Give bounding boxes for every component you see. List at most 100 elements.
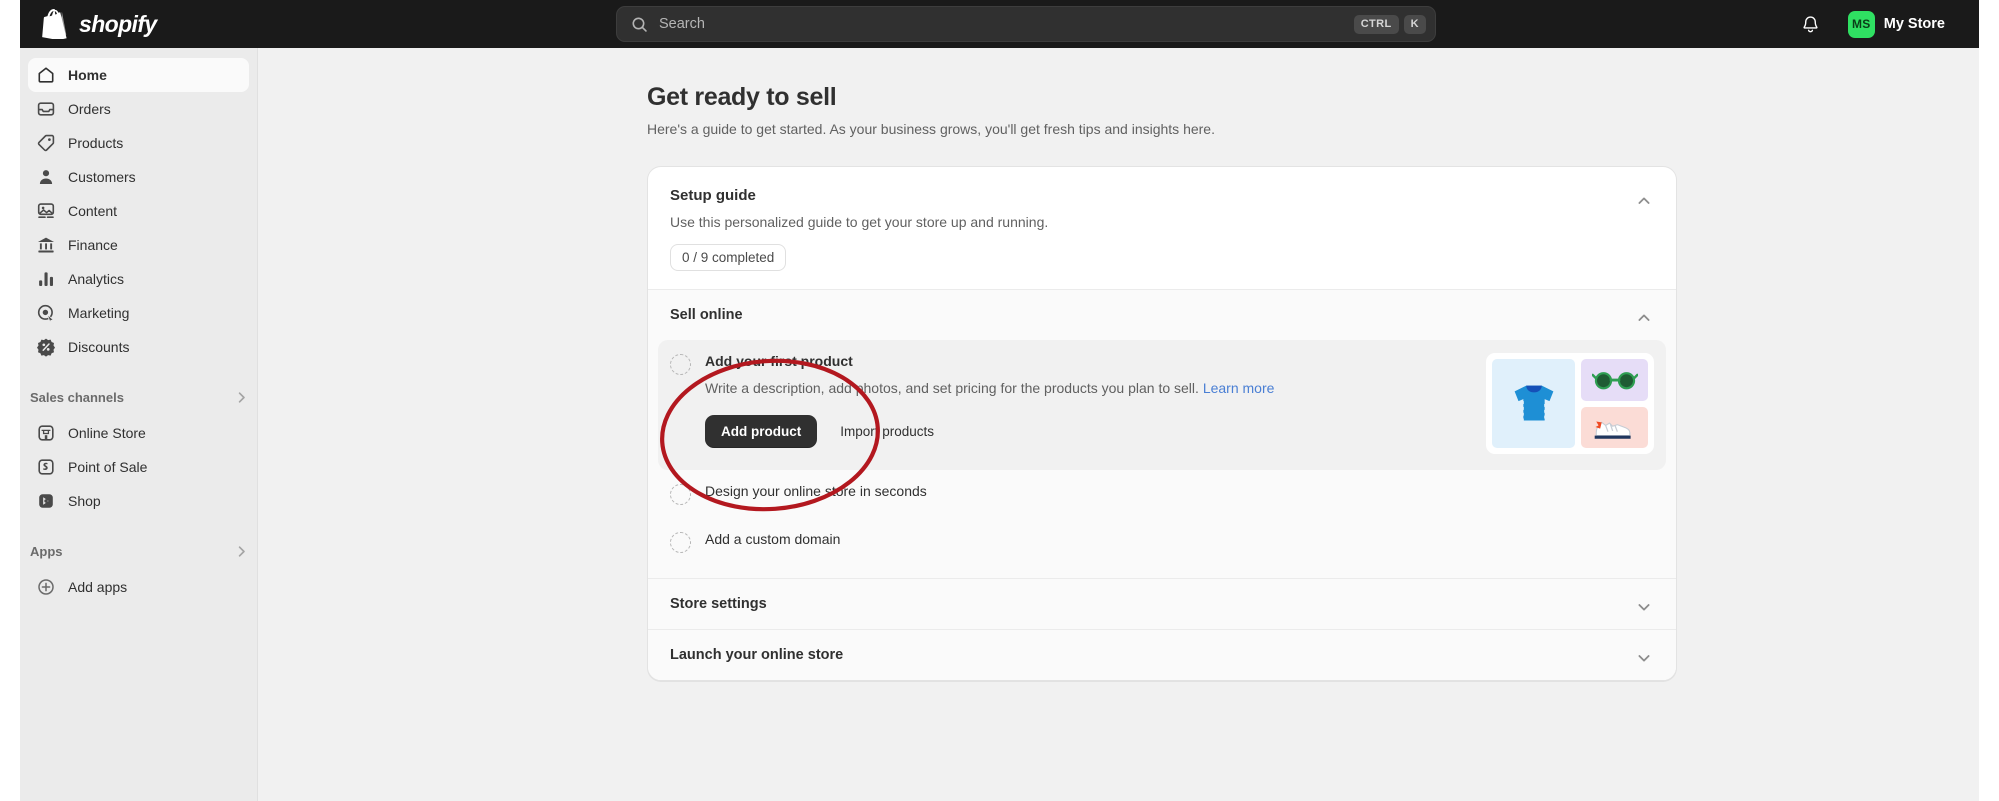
task-content: Design your online store in seconds <box>705 483 1654 499</box>
sidebar-item-label: Online Store <box>68 425 146 441</box>
sidebar-item-label: Point of Sale <box>68 459 148 475</box>
sidebar-item-discounts[interactable]: Discounts <box>28 330 249 364</box>
search-shortcut-group: CTRL K <box>1353 14 1426 34</box>
sidebar-item-add-apps[interactable]: Add apps <box>28 570 249 604</box>
section-title: Launch your online store <box>670 647 844 663</box>
add-product-button[interactable]: Add product <box>705 414 818 448</box>
import-products-button[interactable]: Import products <box>830 415 944 448</box>
search-input[interactable]: Search CTRL K <box>616 6 1436 42</box>
chevron-right-icon <box>238 391 245 403</box>
setup-guide-progress-badge: 0 / 9 completed <box>670 244 787 271</box>
search-placeholder: Search <box>659 16 705 32</box>
sidebar-item-home[interactable]: Home <box>28 58 249 92</box>
chevron-up-icon <box>1638 197 1650 204</box>
sidebar-group-sales-channels[interactable]: Sales channels <box>20 382 257 412</box>
sidebar-item-label: Discounts <box>68 339 130 355</box>
section-sell-online[interactable]: Sell online <box>648 289 1676 340</box>
sidebar-item-customers[interactable]: Customers <box>28 160 249 194</box>
setup-guide-title: Setup guide <box>670 187 756 204</box>
sidebar-item-label: Shop <box>68 493 101 509</box>
section-title: Store settings <box>670 596 767 612</box>
sidebar-item-finance[interactable]: Finance <box>28 228 249 262</box>
task-design-online-store[interactable]: Design your online store in seconds <box>658 470 1666 518</box>
chevron-down-icon <box>1638 604 1650 611</box>
shopify-logo[interactable]: shopify <box>42 9 157 39</box>
tshirt-panel <box>1492 359 1576 448</box>
page-title: Get ready to sell <box>647 83 837 111</box>
sidebar-item-shop[interactable]: Shop <box>28 484 249 518</box>
sidebar-item-analytics[interactable]: Analytics <box>28 262 249 296</box>
sidebar-item-point-of-sale[interactable]: Point of Sale <box>28 450 249 484</box>
products-tag-icon <box>37 134 55 152</box>
sidebar-item-orders[interactable]: Orders <box>28 92 249 126</box>
sidebar-item-label: Add apps <box>68 579 128 595</box>
task-checkbox[interactable] <box>670 484 691 505</box>
setup-guide-card: Setup guide Use this personalized guide … <box>647 166 1677 681</box>
section-collapse-button[interactable] <box>1630 304 1658 332</box>
shortcut-k-key: K <box>1403 14 1426 34</box>
left-gutter <box>0 0 20 801</box>
task-checkbox[interactable] <box>670 354 691 375</box>
chevron-up-icon <box>1638 314 1650 321</box>
topbar-right-controls: MS My Store <box>1795 8 1949 41</box>
sidebar-item-label: Marketing <box>68 305 130 321</box>
content-column: Get ready to sell Here's a guide to get … <box>647 48 1677 681</box>
shopify-wordmark: shopify <box>79 10 157 37</box>
section-store-settings[interactable]: Store settings <box>648 578 1676 629</box>
task-title: Design your online store in seconds <box>705 483 927 499</box>
shortcut-ctrl-key: CTRL <box>1353 14 1399 34</box>
sunglasses-icon <box>1591 371 1638 390</box>
task-action-buttons: Add product Import products <box>705 414 1454 448</box>
setup-guide-header: Setup guide Use this personalized guide … <box>648 167 1676 289</box>
sneaker-icon <box>1594 421 1631 439</box>
shopify-bag-icon <box>42 9 67 39</box>
bell-icon <box>1803 15 1818 32</box>
online-store-icon <box>38 425 54 441</box>
home-icon <box>38 67 54 83</box>
section-expand-button[interactable] <box>1630 593 1658 621</box>
sidebar-item-online-store[interactable]: Online Store <box>28 416 249 450</box>
sidebar-item-content[interactable]: Content <box>28 194 249 228</box>
sidebar-item-label: Products <box>68 135 124 151</box>
apps-list: Add apps <box>20 566 257 604</box>
store-account-button[interactable]: MS My Store <box>1845 8 1949 41</box>
product-illustration-grid <box>1486 353 1654 454</box>
sidebar-group-label: Sales channels <box>30 389 124 405</box>
avatar: MS <box>1847 10 1875 38</box>
task-add-custom-domain[interactable]: Add a custom domain <box>658 518 1666 566</box>
task-content: Add your first product Write a descripti… <box>705 353 1454 448</box>
sneaker-panel <box>1581 406 1648 448</box>
right-gutter <box>1979 0 1999 801</box>
section-expand-button[interactable] <box>1630 644 1658 672</box>
sidebar-item-label: Analytics <box>68 271 125 287</box>
illustration-right-column <box>1581 359 1648 448</box>
task-add-first-product[interactable]: Add your first product Write a descripti… <box>658 340 1666 470</box>
primary-nav-list: Home Orders Products Customers Content F… <box>20 58 257 364</box>
point-of-sale-icon <box>38 459 54 475</box>
sidebar-navigation: Home Orders Products Customers Content F… <box>20 48 258 801</box>
section-launch-online-store[interactable]: Launch your online store <box>648 629 1676 680</box>
task-checkbox[interactable] <box>670 532 691 553</box>
learn-more-link[interactable]: Learn more <box>1203 380 1275 396</box>
store-name-label: My Store <box>1883 16 1945 32</box>
sidebar-item-marketing[interactable]: Marketing <box>28 296 249 330</box>
global-search[interactable]: Search CTRL K <box>616 6 1436 42</box>
sidebar-group-apps[interactable]: Apps <box>20 536 257 566</box>
sell-online-task-list: Add your first product Write a descripti… <box>648 340 1676 578</box>
search-icon <box>632 16 647 32</box>
sidebar-item-products[interactable]: Products <box>28 126 249 160</box>
marketing-target-icon <box>37 304 55 323</box>
sidebar-item-label: Orders <box>68 101 111 117</box>
setup-guide-collapse-button[interactable] <box>1630 187 1658 215</box>
tshirt-icon <box>1514 385 1554 423</box>
notifications-button[interactable] <box>1795 8 1827 40</box>
task-illustration <box>1486 353 1654 454</box>
discounts-percent-icon <box>37 338 55 357</box>
orders-icon <box>37 102 55 116</box>
chevron-down-icon <box>1638 655 1650 662</box>
shop-icon <box>39 494 53 508</box>
task-title: Add your first product <box>705 353 853 369</box>
sidebar-item-label: Content <box>68 203 118 219</box>
task-title: Add a custom domain <box>705 531 841 547</box>
task-description: Write a description, add photos, and set… <box>705 378 1330 399</box>
